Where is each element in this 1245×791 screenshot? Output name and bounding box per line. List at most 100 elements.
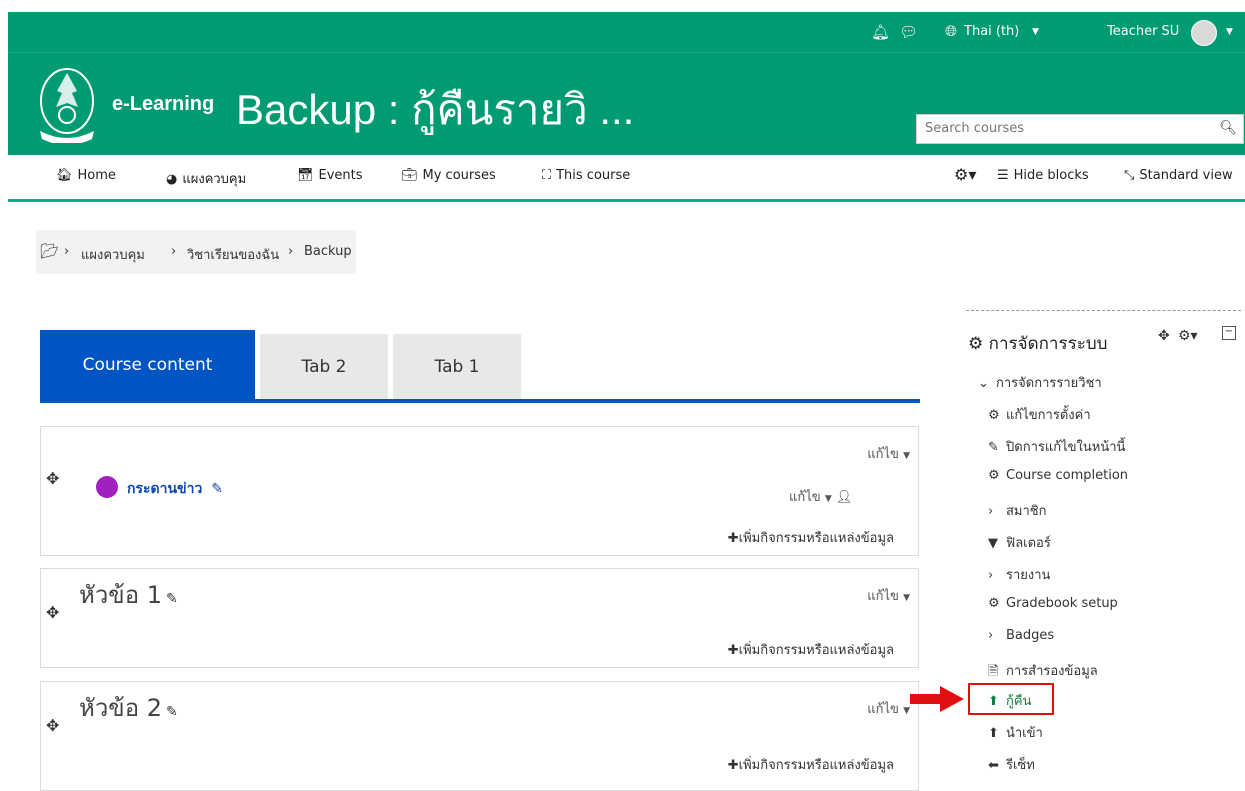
- language-menu[interactable]: Thai (th): [964, 24, 1019, 39]
- collapse-block-icon[interactable]: −: [1222, 326, 1236, 340]
- move-icon[interactable]: ✥: [46, 469, 59, 488]
- admin-item-label: ปิดการแก้ไขในหน้านี้: [1006, 440, 1126, 455]
- top-bar: 🔔︎ 💬︎ 🌐︎ Thai (th) ▼ Teacher SU ▼: [8, 12, 1245, 52]
- tab-course-content[interactable]: Course content: [40, 330, 255, 400]
- add-label: เพิ่มกิจกรรมหรือแหล่งข้อมูล: [738, 643, 894, 658]
- block-gear-icon[interactable]: ⚙▾: [1178, 328, 1198, 344]
- nav-home[interactable]: 🏠︎ Home: [56, 168, 116, 183]
- nav-label: This course: [556, 168, 631, 183]
- caret-down-icon: ▼: [903, 706, 910, 716]
- breadcrumb-separator: ›: [64, 244, 70, 259]
- caret-down-icon[interactable]: ▼: [1032, 27, 1039, 37]
- hide-blocks-label: Hide blocks: [1013, 168, 1089, 183]
- add-activity-link[interactable]: ✚เพิ่มกิจกรรมหรือแหล่งข้อมูล: [728, 754, 894, 775]
- edit-label: แก้ไข: [789, 490, 821, 505]
- tab-underline: [40, 399, 920, 403]
- section-title-text[interactable]: หัวข้อ 1: [79, 581, 162, 609]
- nav-my-courses[interactable]: 💼︎ My courses: [401, 168, 496, 183]
- admin-course-completion[interactable]: ⚙ Course completion: [988, 468, 1128, 483]
- file-archive-icon: 🗎: [988, 664, 999, 679]
- section-title-text[interactable]: หัวข้อ 2: [79, 694, 162, 722]
- admin-backup[interactable]: 🗎 การสำรองข้อมูล: [988, 660, 1098, 684]
- activity-link-news-forum[interactable]: กระดานข่าว ✎: [127, 478, 223, 500]
- activity-edit-menu[interactable]: แก้ไข ▼ 👤︎: [789, 486, 852, 507]
- chat-icon[interactable]: 💬︎: [899, 23, 918, 41]
- breadcrumb-item[interactable]: แผงควบคุม: [81, 244, 145, 265]
- nav-label: My courses: [422, 168, 496, 183]
- section-edit-menu[interactable]: แก้ไข ▼: [867, 443, 910, 464]
- nav-dashboard[interactable]: ◕ แผงควบคุม: [166, 168, 246, 189]
- move-block-icon[interactable]: ✥: [1158, 328, 1170, 344]
- gear-icon: ⚙: [988, 408, 1000, 423]
- plus-icon: ✚: [727, 758, 739, 773]
- chevron-right-icon: ›: [988, 568, 994, 583]
- filter-icon: ▼: [988, 536, 998, 551]
- tab-2[interactable]: Tab 2: [260, 334, 388, 400]
- dashboard-icon: ◕: [166, 172, 178, 187]
- search-input[interactable]: [917, 115, 1213, 141]
- course-section-2: ✥ หัวข้อ 2 ✎ แก้ไข ▼ ✚เพิ่มกิจกรรมหรือแหล…: [40, 681, 919, 791]
- admin-item-label: แก้ไขการตั้งค่า: [1006, 408, 1091, 423]
- admin-edit-settings[interactable]: ⚙ แก้ไขการตั้งค่า: [988, 404, 1091, 425]
- nav-label: Events: [318, 168, 363, 183]
- hide-blocks-button[interactable]: ☰ Hide blocks: [997, 168, 1089, 183]
- search-icon[interactable]: 🔍︎: [1219, 120, 1237, 136]
- standard-view-button[interactable]: ⤡ Standard view: [1124, 168, 1233, 183]
- admin-users[interactable]: › สมาชิก: [988, 500, 1047, 521]
- admin-item-label: การสำรองข้อมูล: [1006, 664, 1098, 679]
- pencil-icon[interactable]: ✎: [166, 704, 178, 720]
- move-icon[interactable]: ✥: [46, 716, 59, 735]
- admin-item-label: ฟิลเตอร์: [1006, 536, 1051, 551]
- activity-name: กระดานข่าว: [127, 481, 203, 497]
- user-name[interactable]: Teacher SU: [1107, 24, 1179, 39]
- caret-down-icon[interactable]: ▼: [1226, 27, 1233, 37]
- block-title: ⚙ การจัดการระบบ: [968, 330, 1107, 357]
- nav-events[interactable]: 📅︎ Events: [297, 168, 363, 183]
- gear-menu-icon[interactable]: ⚙▾: [954, 165, 976, 184]
- nav-bar: 🏠︎ Home ◕ แผงควบคุม 📅︎ Events 💼︎ My courses …: [8, 155, 1245, 202]
- user-icon[interactable]: 👤︎: [836, 490, 853, 505]
- admin-course-administration[interactable]: ⌄ การจัดการรายวิชา: [978, 372, 1102, 393]
- section-title: หัวข้อ 1 ✎: [79, 575, 178, 614]
- breadcrumb-item[interactable]: วิชาเรียนของฉัน: [187, 244, 279, 265]
- gear-icon: ⚙: [988, 596, 1000, 611]
- red-arrow-icon: [910, 686, 964, 712]
- admin-gradebook-setup[interactable]: ⚙ Gradebook setup: [988, 596, 1118, 611]
- arrow-left-icon: ⬅: [988, 758, 999, 773]
- briefcase-icon: 💼︎: [401, 168, 418, 183]
- course-section-0: แก้ไข ▼ ✥ กระดานข่าว ✎ แก้ไข ▼ 👤︎ ✚เพิ่ม…: [40, 426, 919, 556]
- add-activity-link[interactable]: ✚เพิ่มกิจกรรมหรือแหล่งข้อมูล: [728, 527, 894, 548]
- move-icon[interactable]: ✥: [46, 603, 59, 622]
- page-title: Backup : กู้คืนรายวิ ...: [236, 86, 635, 133]
- admin-reset[interactable]: ⬅ รีเซ็ท: [988, 754, 1035, 775]
- section-edit-menu[interactable]: แก้ไข ▼: [867, 585, 910, 606]
- university-logo: [40, 68, 94, 143]
- section-edit-menu[interactable]: แก้ไข ▼: [867, 698, 910, 719]
- caret-down-icon: ▼: [824, 494, 832, 504]
- breadcrumb-item: Backup: [304, 244, 352, 259]
- admin-item-label: Badges: [1006, 628, 1055, 643]
- pencil-icon: ✎: [988, 440, 999, 455]
- course-header: e-Learning Backup : กู้คืนรายวิ ... 🔍︎: [8, 52, 1245, 155]
- search-box: 🔍︎: [916, 114, 1244, 144]
- admin-filters[interactable]: ▼ ฟิลเตอร์: [988, 532, 1051, 553]
- admin-item-label: รีเซ็ท: [1006, 758, 1035, 773]
- admin-turn-editing-off[interactable]: ✎ ปิดการแก้ไขในหน้านี้: [988, 436, 1125, 457]
- pencil-icon[interactable]: ✎: [166, 591, 178, 607]
- add-label: เพิ่มกิจกรรมหรือแหล่งข้อมูล: [738, 758, 894, 773]
- nav-this-course[interactable]: ⛶ This course: [542, 168, 630, 183]
- admin-reports[interactable]: › รายงาน: [988, 564, 1050, 585]
- course-section-1: ✥ หัวข้อ 1 ✎ แก้ไข ▼ ✚เพิ่มกิจกรรมหรือแหล…: [40, 568, 919, 668]
- home-icon: 🏠︎: [56, 168, 73, 183]
- bell-icon[interactable]: 🔔︎: [871, 23, 890, 41]
- avatar[interactable]: [1191, 20, 1217, 46]
- edit-label: แก้ไข: [867, 589, 899, 604]
- edit-label: แก้ไข: [867, 702, 899, 717]
- tab-1[interactable]: Tab 1: [393, 334, 521, 400]
- add-activity-link[interactable]: ✚เพิ่มกิจกรรมหรือแหล่งข้อมูล: [728, 639, 894, 660]
- admin-badges[interactable]: › Badges: [988, 628, 1054, 643]
- pencil-icon[interactable]: ✎: [211, 481, 223, 497]
- calendar-icon: 📅︎: [297, 168, 314, 183]
- admin-item-label: สมาชิก: [1006, 504, 1047, 519]
- admin-import[interactable]: ⬆ นำเข้า: [988, 722, 1043, 743]
